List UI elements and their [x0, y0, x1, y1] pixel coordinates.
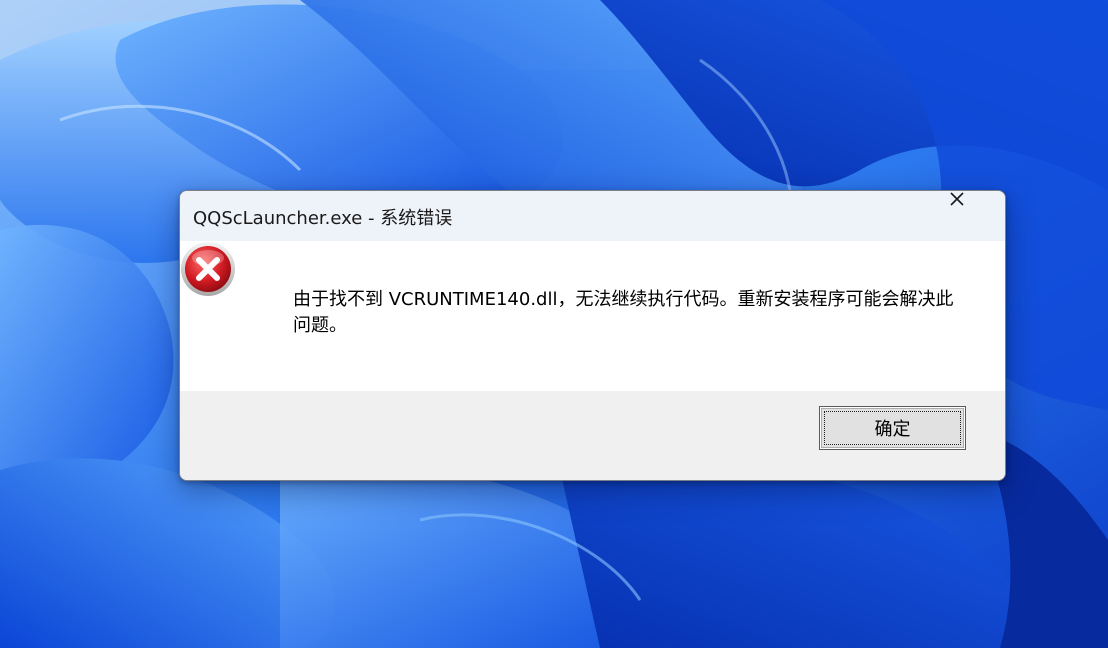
ok-button[interactable]: 确定 — [819, 406, 966, 450]
close-button[interactable] — [949, 191, 1005, 241]
error-icon — [181, 242, 235, 296]
focus-ring — [824, 411, 961, 445]
system-error-dialog: QQScLauncher.exe - 系统错误 由于找不到 VCRUNTIME1… — [179, 190, 1006, 481]
dialog-content: 由于找不到 VCRUNTIME140.dll，无法继续执行代码。重新安装程序可能… — [180, 241, 1005, 391]
desktop-wallpaper: QQScLauncher.exe - 系统错误 由于找不到 VCRUNTIME1… — [0, 0, 1108, 648]
dialog-title: QQScLauncher.exe - 系统错误 — [193, 208, 453, 229]
error-message: 由于找不到 VCRUNTIME140.dll，无法继续执行代码。重新安装程序可能… — [293, 289, 954, 336]
close-icon — [950, 192, 964, 206]
dialog-titlebar[interactable]: QQScLauncher.exe - 系统错误 — [180, 191, 1005, 241]
dialog-footer: 确定 — [180, 391, 1005, 480]
